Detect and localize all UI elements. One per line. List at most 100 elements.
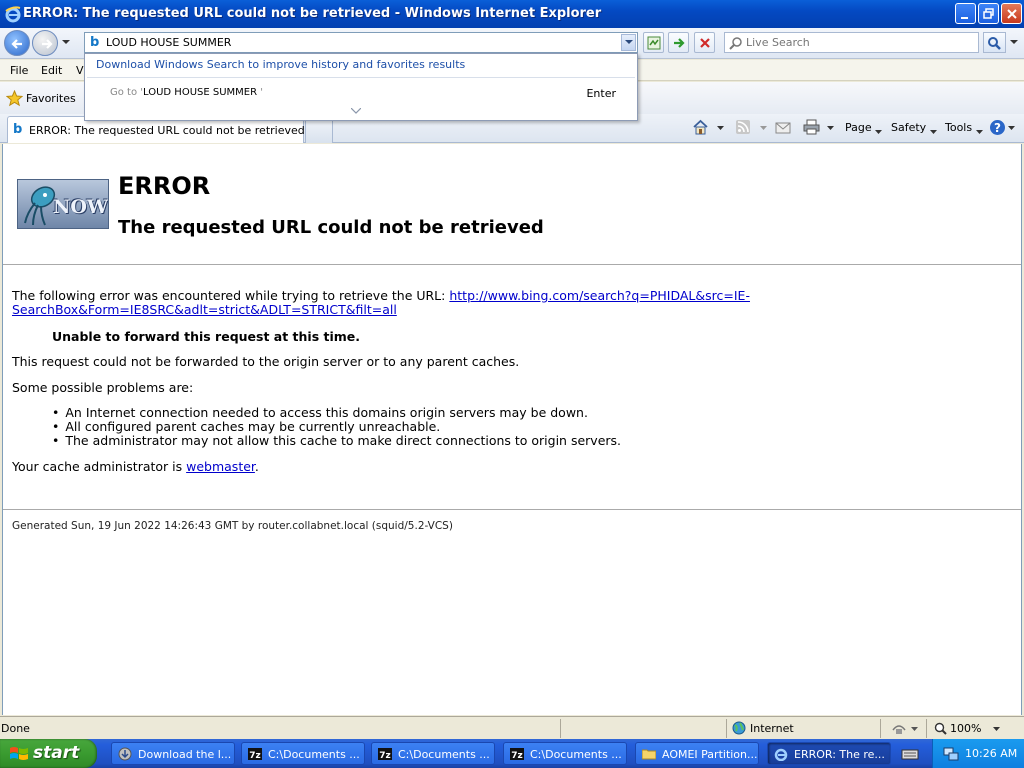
page-menu-label: Page <box>845 121 872 134</box>
taskbar-item-7zip-1[interactable]: 7z C:\Documents ... <box>241 742 365 765</box>
svg-text:?: ? <box>994 121 1001 135</box>
zoom-level[interactable]: 100% <box>950 722 981 735</box>
restore-icon <box>983 8 994 19</box>
start-button[interactable]: start <box>0 739 97 768</box>
security-zone-label: Internet <box>750 722 794 735</box>
goto-suggestion[interactable]: Go to 'LOUD HOUSE SUMMER ' <box>110 87 263 98</box>
search-icon <box>729 37 742 50</box>
error-message: Unable to forward this request at this t… <box>52 329 361 344</box>
problems-list: An Internet connection needed to access … <box>52 406 621 448</box>
home-dropdown-icon[interactable] <box>717 126 724 130</box>
go-arrow-icon <box>674 38 685 48</box>
globe-icon <box>732 721 746 735</box>
problem-item: An Internet connection needed to access … <box>52 406 621 420</box>
page-content: NOW ERROR The requested URL could not be… <box>2 144 1022 715</box>
menu-file[interactable]: File <box>10 64 28 77</box>
print-dropdown-icon[interactable] <box>827 126 834 130</box>
clock[interactable]: 10:26 AM <box>965 747 1017 760</box>
print-icon[interactable] <box>803 119 820 135</box>
logo-now-text: NOW <box>53 196 109 218</box>
internet-explorer-icon <box>5 6 21 23</box>
search-options-dropdown[interactable] <box>1008 32 1020 53</box>
taskbar-item-download[interactable]: Download the l... <box>111 742 235 765</box>
recent-pages-dropdown[interactable] <box>61 39 71 45</box>
network-icon[interactable] <box>943 746 959 762</box>
safety-menu-label: Safety <box>891 121 927 134</box>
requested-url-line2: SearchBox&Form=IE8SRC&adlt=strict&ADLT=S… <box>12 303 397 317</box>
webmaster-link[interactable]: webmaster <box>186 459 255 474</box>
help-icon[interactable]: ? <box>989 119 1006 136</box>
bing-icon: b <box>90 35 100 50</box>
read-mail-icon[interactable] <box>775 119 791 135</box>
page-menu-button[interactable]: Page <box>845 121 883 134</box>
back-arrow-icon <box>11 39 22 49</box>
error-subheading: The requested URL could not be retrieved <box>118 217 544 238</box>
search-button[interactable] <box>983 32 1006 53</box>
download-windows-search-link[interactable]: Download Windows Search to improve histo… <box>96 58 465 71</box>
admin-suffix: . <box>254 459 259 474</box>
address-dropdown-button[interactable] <box>621 34 636 51</box>
internet-explorer-icon <box>774 748 788 761</box>
taskbar: start Download the l... 7z C:\Documents … <box>0 739 1024 768</box>
back-button[interactable] <box>4 30 30 56</box>
svg-text:7z: 7z <box>379 751 391 761</box>
address-bar[interactable]: b <box>84 32 638 53</box>
taskbar-item-label: C:\Documents ... <box>530 748 622 761</box>
problem-item: The administrator may not allow this cac… <box>52 434 621 448</box>
svg-text:7z: 7z <box>511 751 523 761</box>
download-icon <box>118 747 132 761</box>
favorites-button[interactable]: Favorites <box>26 92 76 105</box>
bing-icon: b <box>13 122 23 137</box>
problems-heading: Some possible problems are: <box>12 380 194 395</box>
admin-line: Your cache administrator is webmaster. <box>12 460 259 474</box>
error-intro-text: The following error was encountered whil… <box>12 288 450 303</box>
windows-flag-icon <box>10 747 28 760</box>
minimize-button[interactable] <box>955 3 976 24</box>
start-label: start <box>33 743 80 763</box>
requested-url-link-continued[interactable]: SearchBox&Form=IE8SRC&adlt=strict&ADLT=S… <box>12 302 397 317</box>
go-button[interactable] <box>668 32 689 53</box>
goto-suffix: ' <box>257 87 263 98</box>
chevron-down-icon <box>625 40 633 44</box>
tools-menu-button[interactable]: Tools <box>945 121 983 134</box>
stop-button[interactable] <box>694 32 715 53</box>
title-bar[interactable]: ERROR: The requested URL could not be re… <box>0 0 1024 28</box>
expand-suggestions-icon[interactable] <box>351 108 361 114</box>
zoom-dropdown-icon[interactable] <box>993 727 1000 731</box>
status-text: Done <box>1 722 30 735</box>
live-search-box[interactable] <box>724 32 979 53</box>
taskbar-item-label: Download the l... <box>138 748 232 761</box>
rss-feeds-icon[interactable] <box>735 119 751 135</box>
address-input[interactable] <box>106 34 606 51</box>
taskbar-item-7zip-2[interactable]: 7z C:\Documents ... <box>371 742 495 765</box>
close-window-button[interactable] <box>1001 3 1022 24</box>
divider-bottom <box>3 509 1021 510</box>
menu-edit[interactable]: Edit <box>41 64 62 77</box>
live-search-input[interactable] <box>746 34 974 51</box>
forward-button[interactable] <box>32 30 58 56</box>
taskbar-item-7zip-3[interactable]: 7z C:\Documents ... <box>503 742 627 765</box>
language-bar-icon[interactable] <box>901 747 919 761</box>
restore-button[interactable] <box>978 3 999 24</box>
status-pane-divider <box>926 719 927 738</box>
taskbar-item-internet-explorer[interactable]: ERROR: The re... <box>767 742 891 765</box>
feeds-dropdown-icon[interactable] <box>760 126 767 130</box>
compatibility-view-button[interactable] <box>643 32 664 53</box>
minimize-icon <box>961 17 968 19</box>
help-dropdown-icon[interactable] <box>1008 126 1015 130</box>
address-autocomplete-dropdown: Download Windows Search to improve histo… <box>84 53 638 121</box>
protected-mode-dropdown-icon[interactable] <box>911 727 918 731</box>
protected-mode-icon[interactable] <box>891 722 907 736</box>
new-tab-button[interactable] <box>305 118 333 143</box>
divider-top <box>3 264 1021 265</box>
chevron-down-icon <box>975 130 983 134</box>
taskbar-item-aomei[interactable]: AOMEI Partition... <box>635 742 759 765</box>
forward-arrow-icon <box>42 39 53 49</box>
error-explanation: This request could not be forwarded to t… <box>12 354 520 369</box>
compatibility-view-icon <box>647 36 661 50</box>
safety-menu-button[interactable]: Safety <box>891 121 937 134</box>
security-zone[interactable]: Internet <box>732 721 794 735</box>
requested-url-link[interactable]: http://www.bing.com/search?q=PHIDAL&src=… <box>449 288 750 303</box>
zoom-icon <box>934 722 947 735</box>
home-icon[interactable] <box>692 119 709 136</box>
